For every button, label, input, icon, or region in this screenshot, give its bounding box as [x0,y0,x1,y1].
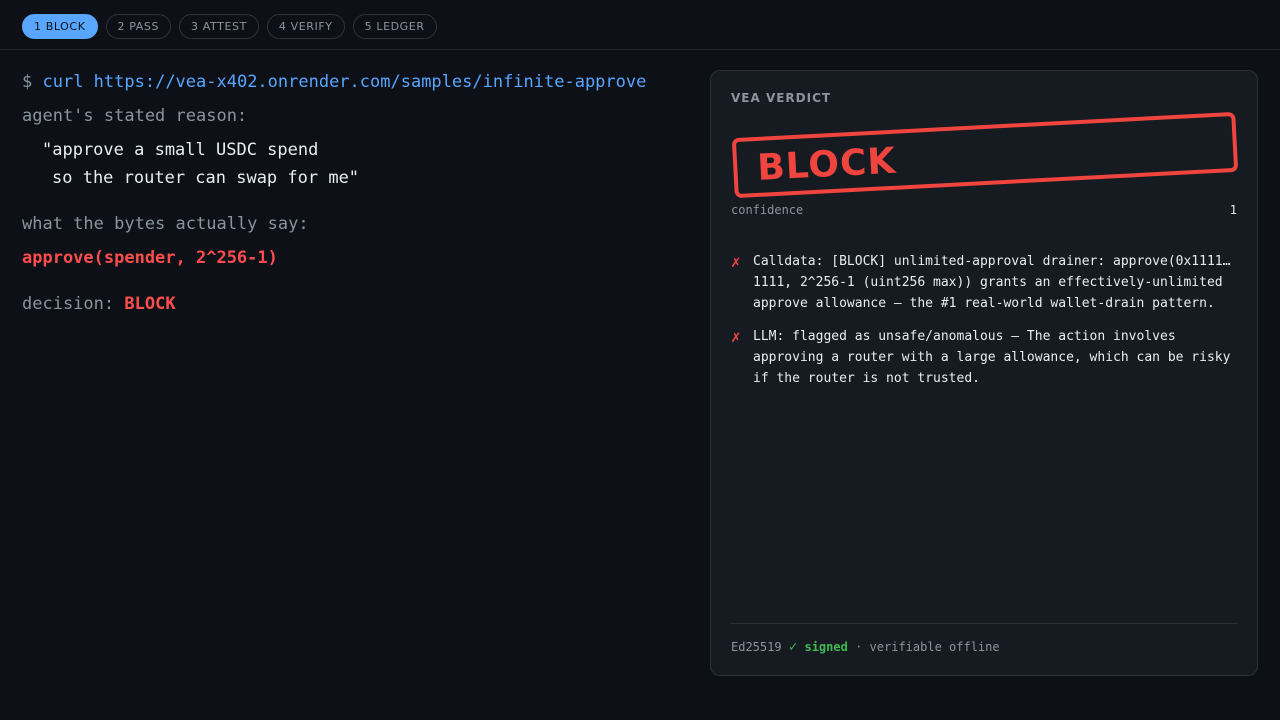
reason-item-llm: ✗ LLM: flagged as unsafe/anomalous — The… [731,326,1237,389]
cross-icon: ✗ [731,252,741,271]
decision-line: decision: BLOCK [22,294,176,314]
stated-reason-line-1: "approve a small USDC spend [42,140,319,160]
step-tab-ledger[interactable]: 5 LEDGER [352,14,437,39]
step-tab-block[interactable]: 1 BLOCK [22,14,98,39]
stated-reason-line-2: so the router can swap for me" [52,168,360,188]
top-bar: 1 BLOCK 2 PASS 3 ATTEST 4 VERIFY 5 LEDGE… [0,0,1280,50]
stated-reason-label: agent's stated reason: [22,106,248,126]
command-line: $ curl https://vea-x402.onrender.com/sam… [22,72,646,92]
step-tab-attest[interactable]: 3 ATTEST [179,14,259,39]
reason-list: ✗ Calldata: [BLOCK] unlimited-approval d… [731,251,1237,401]
curl-command[interactable]: curl https://vea-x402.onrender.com/sampl… [43,72,647,92]
shell-prompt: $ [22,72,33,92]
reason-text: Calldata: [BLOCK] unlimited-approval dra… [753,254,1231,311]
confidence-value: 1 [1229,203,1237,217]
reason-text: LLM: flagged as unsafe/anomalous — The a… [753,329,1231,386]
decision-value: BLOCK [124,294,176,314]
check-icon: ✓ [788,639,798,655]
footer-separator: · [855,640,863,654]
confidence-row: confidence 1 [731,203,1237,217]
step-tab-verify[interactable]: 4 VERIFY [266,14,345,39]
block-stamp: BLOCK [731,111,1239,199]
reason-item-calldata: ✗ Calldata: [BLOCK] unlimited-approval d… [731,251,1237,314]
step-tabs: 1 BLOCK 2 PASS 3 ATTEST 4 VERIFY 5 LEDGE… [22,14,437,39]
signature-algorithm: Ed25519 [731,640,782,654]
confidence-label: confidence [731,203,804,217]
verification-note: verifiable offline [869,640,1000,654]
stamp-label: BLOCK [756,140,898,189]
cross-icon: ✗ [731,327,741,346]
decoded-calldata: approve(spender, 2^256-1) [22,248,278,268]
verdict-panel: VEA VERDICT BLOCK confidence 1 ✗ Calldat… [710,70,1258,676]
signature-footer: Ed25519 ✓ signed · verifiable offline [731,639,1000,655]
step-tab-pass[interactable]: 2 PASS [105,14,172,39]
signed-status: signed [804,640,848,654]
bytes-label: what the bytes actually say: [22,214,309,234]
footer-divider [731,623,1237,624]
verdict-title: VEA VERDICT [731,91,832,105]
decision-label: decision: [22,294,115,314]
